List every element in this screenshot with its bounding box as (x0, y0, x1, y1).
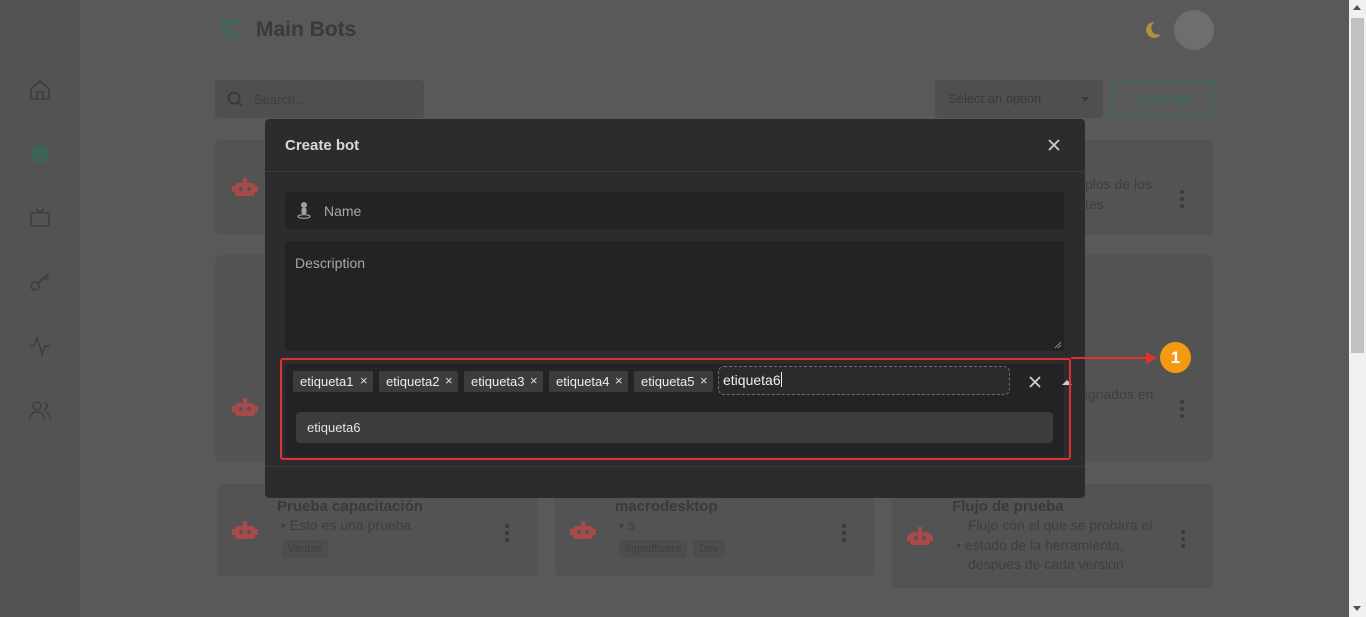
bot-card[interactable]: Flujo de prueba Flujo con el que se prob… (892, 484, 1213, 588)
key-icon[interactable] (28, 270, 52, 294)
card-tag: Dev (693, 540, 725, 558)
modal-title: Create bot (285, 137, 360, 154)
search-icon (227, 91, 243, 107)
card-tag: Ventas (282, 540, 328, 558)
create-bot-button[interactable]: Crear bot (1113, 80, 1214, 118)
menu-icon[interactable] (220, 19, 240, 39)
search-placeholder: Search... (254, 92, 307, 107)
more-options-icon[interactable] (504, 524, 510, 542)
card-description: • Esto es una prueba (281, 517, 412, 533)
name-placeholder: Name (324, 203, 362, 219)
scrollbar[interactable] (1349, 0, 1366, 617)
name-field[interactable]: Name (285, 192, 1064, 229)
card-title: macrodesktop (615, 498, 718, 515)
more-options-icon[interactable] (841, 524, 847, 542)
card-description: plos de los tes (1085, 176, 1152, 212)
modal-header: Create bot (265, 119, 1085, 172)
robot-icon (907, 527, 933, 545)
card-tag: ingsoftware (619, 540, 688, 558)
close-icon[interactable] (1046, 137, 1062, 153)
robot-icon (232, 398, 258, 416)
scroll-thumb[interactable] (1351, 18, 1364, 353)
activity-icon[interactable] (28, 334, 52, 358)
users-icon[interactable] (28, 398, 52, 422)
description-placeholder: Description (295, 255, 366, 271)
robot-icon (570, 521, 596, 539)
home-icon[interactable] (28, 78, 52, 102)
description-field[interactable]: Description (285, 241, 1064, 351)
annotation-highlight-box (280, 358, 1071, 460)
tv-icon[interactable] (28, 206, 52, 230)
person-pin-icon (297, 202, 311, 219)
page-title: Main Bots (256, 18, 357, 41)
filter-select-placeholder: Select an option (948, 91, 1042, 106)
search-input[interactable]: Search... (215, 80, 424, 118)
scroll-up-icon[interactable] (1353, 5, 1361, 10)
modal-divider (265, 466, 1085, 467)
more-options-icon[interactable] (1179, 400, 1185, 418)
chip-icon[interactable] (28, 142, 52, 166)
moon-icon[interactable] (1143, 20, 1163, 40)
resize-handle-icon[interactable] (1054, 341, 1062, 349)
scroll-down-icon[interactable] (1353, 606, 1361, 611)
more-options-icon[interactable] (1180, 530, 1186, 548)
annotation-arrow-head (1146, 352, 1157, 364)
card-description: Flujo con el que se probara el • estado … (956, 517, 1153, 572)
filter-select[interactable]: Select an option (935, 80, 1103, 118)
robot-icon (232, 521, 258, 539)
chevron-down-icon (1081, 97, 1089, 102)
sidebar (0, 0, 80, 617)
card-description: • s (619, 517, 635, 533)
annotation-arrow (1071, 357, 1149, 359)
avatar[interactable] (1174, 10, 1214, 50)
card-title: Flujo de prueba (952, 498, 1064, 515)
card-title: Prueba capacitación (277, 498, 423, 515)
more-options-icon[interactable] (1179, 190, 1185, 208)
annotation-step-badge: 1 (1160, 342, 1191, 373)
robot-icon (232, 178, 258, 196)
